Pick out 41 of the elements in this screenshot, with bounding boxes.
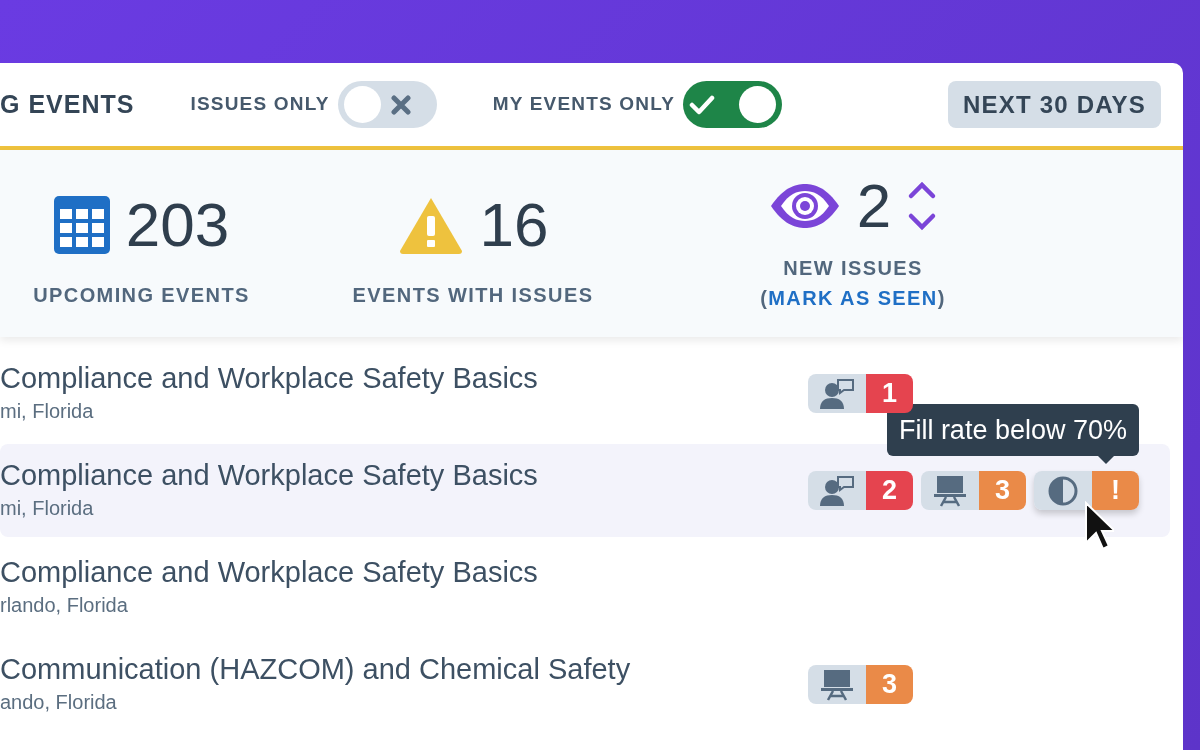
paren-text: ( bbox=[760, 285, 769, 311]
date-range-button[interactable]: NEXT 30 DAYS bbox=[948, 81, 1161, 128]
instructor-icon bbox=[820, 475, 854, 506]
header-title: G EVENTS bbox=[0, 88, 135, 120]
issue-count: 1 bbox=[866, 374, 913, 413]
mark-as-seen-link[interactable]: MARK AS SEEN bbox=[768, 282, 938, 313]
event-title: Compliance and Workplace Safety Basics bbox=[0, 555, 539, 590]
event-location: mi, Florida bbox=[0, 398, 95, 424]
toggle-label: MY EVENTS ONLY bbox=[492, 92, 676, 117]
stat-label: NEW ISSUES bbox=[783, 255, 923, 281]
issue-count: 3 bbox=[866, 665, 913, 704]
event-location: ando, Florida bbox=[0, 689, 118, 715]
check-icon bbox=[689, 93, 716, 116]
toggle-switch[interactable] bbox=[683, 81, 783, 128]
paren-text: ) bbox=[937, 285, 946, 311]
issue-count: ! bbox=[1092, 471, 1139, 510]
stat-label: EVENTS WITH ISSUES bbox=[352, 282, 594, 308]
eye-icon bbox=[768, 182, 841, 229]
issue-count: 3 bbox=[979, 471, 1026, 510]
stat-number: 2 bbox=[856, 174, 892, 237]
toggle-switch[interactable] bbox=[337, 81, 437, 128]
tooltip-arrow bbox=[1097, 455, 1115, 464]
stat-number: 16 bbox=[479, 193, 549, 256]
event-title: Communication (HAZCOM) and Chemical Safety bbox=[0, 652, 632, 687]
half-circle-icon bbox=[1047, 474, 1079, 507]
event-title: Compliance and Workplace Safety Basics bbox=[0, 458, 539, 493]
calendar-icon bbox=[53, 195, 110, 254]
easel-icon bbox=[820, 668, 854, 701]
issue-count: 2 bbox=[866, 471, 913, 510]
tooltip: Fill rate below 70% bbox=[886, 403, 1139, 456]
cursor-icon bbox=[1084, 501, 1114, 551]
easel-icon bbox=[933, 474, 967, 507]
stat-label: UPCOMING EVENTS bbox=[33, 282, 250, 308]
event-location: rlando, Florida bbox=[0, 592, 129, 618]
close-icon bbox=[390, 94, 411, 115]
stat-number: 203 bbox=[125, 193, 230, 256]
event-title: Compliance and Workplace Safety Basics bbox=[0, 361, 539, 396]
sort-icon bbox=[907, 179, 938, 232]
toggle-label: ISSUES ONLY bbox=[190, 92, 330, 117]
event-location: mi, Florida bbox=[0, 495, 95, 521]
instructor-icon bbox=[820, 378, 854, 409]
